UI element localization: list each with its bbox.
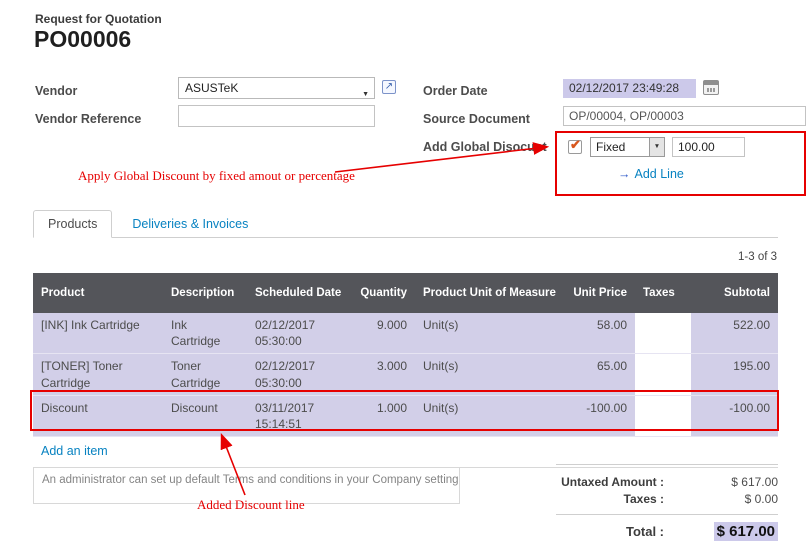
- cell-scheduled-date: 02/12/2017 05:30:00: [247, 313, 347, 354]
- doc-type-label: Request for Quotation: [35, 12, 162, 26]
- checkmark-icon: ✔: [570, 137, 581, 153]
- taxes-label: Taxes :: [556, 492, 674, 506]
- tab-products[interactable]: Products: [33, 210, 112, 238]
- pager: 1-3 of 3: [738, 251, 777, 263]
- vendor-select-value: ASUSTeK: [185, 81, 238, 95]
- add-line-label: Add Line: [635, 167, 684, 181]
- chevron-down-icon: ▼: [649, 138, 664, 156]
- total-label: Total :: [556, 524, 674, 539]
- cell-description: Toner Cartridge: [163, 354, 247, 395]
- taxes-value: $ 0.00: [674, 492, 778, 506]
- discount-type-select[interactable]: Fixed ▼: [590, 137, 665, 157]
- notebook-tab-bar: Products Deliveries & Invoices: [33, 211, 778, 238]
- add-item-link[interactable]: Add an item: [41, 444, 108, 458]
- vendor-label: Vendor: [35, 84, 77, 98]
- col-description[interactable]: Description: [163, 273, 247, 313]
- cell-scheduled-date: 03/11/2017 15:14:51: [247, 395, 347, 436]
- discount-amount-input[interactable]: 100.00: [672, 137, 745, 157]
- cell-taxes: [635, 354, 691, 395]
- terms-placeholder-text: An administrator can set up default Term…: [42, 474, 460, 486]
- annotation-text-discount-line: Added Discount line: [197, 497, 305, 513]
- global-discount-checkbox[interactable]: ✔: [568, 140, 582, 154]
- untaxed-amount-value: $ 617.00: [674, 475, 778, 489]
- col-quantity[interactable]: Quantity: [347, 273, 415, 313]
- cell-quantity: 3.000: [347, 354, 415, 395]
- col-uom[interactable]: Product Unit of Measure: [415, 273, 565, 313]
- untaxed-amount-row: Untaxed Amount : $ 617.00: [556, 475, 778, 489]
- vendor-select[interactable]: ASUSTeK ▼: [178, 77, 375, 99]
- tab-deliveries-invoices-label: Deliveries & Invoices: [132, 217, 248, 231]
- table-row-toner[interactable]: [TONER] Toner Cartridge Toner Cartridge …: [33, 354, 778, 395]
- table-row-ink[interactable]: [INK] Ink Cartridge Ink Cartridge 02/12/…: [33, 313, 778, 354]
- cell-uom: Unit(s): [415, 354, 565, 395]
- cell-description: Ink Cartridge: [163, 313, 247, 354]
- source-document-label: Source Document: [423, 112, 530, 126]
- cell-taxes: [635, 395, 691, 436]
- calendar-icon[interactable]: [703, 80, 719, 95]
- order-lines-list: Product Description Scheduled Date Quant…: [33, 273, 778, 468]
- global-discount-label: Add Global Disocunt: [423, 140, 547, 154]
- cell-unit-price: -100.00: [565, 395, 635, 436]
- annotation-text-global-discount: Apply Global Discount by fixed amout or …: [78, 168, 355, 184]
- source-document-input[interactable]: OP/00004, OP/00003: [563, 106, 806, 126]
- table-row-discount[interactable]: Discount Discount 03/11/2017 15:14:51 1.…: [33, 395, 778, 436]
- taxes-row: Taxes : $ 0.00: [556, 492, 778, 506]
- table-header-row: Product Description Scheduled Date Quant…: [33, 273, 778, 313]
- order-date-input[interactable]: 02/12/2017 23:49:28: [563, 79, 696, 98]
- cell-product: [INK] Ink Cartridge: [33, 313, 163, 354]
- cell-scheduled-date: 02/12/2017 05:30:00: [247, 354, 347, 395]
- vendor-reference-input[interactable]: [178, 105, 375, 127]
- cell-product: [TONER] Toner Cartridge: [33, 354, 163, 395]
- chevron-down-icon: ▼: [362, 85, 369, 105]
- col-unit-price[interactable]: Unit Price: [565, 273, 635, 313]
- total-row: Total : $ 617.00: [556, 514, 778, 541]
- totals-panel: Untaxed Amount : $ 617.00 Taxes : $ 0.00…: [556, 464, 778, 544]
- untaxed-amount-label: Untaxed Amount :: [556, 475, 674, 489]
- external-link-icon[interactable]: ↗: [382, 80, 396, 94]
- order-date-label: Order Date: [423, 84, 488, 98]
- cell-subtotal: -100.00: [691, 395, 778, 436]
- add-line-link[interactable]: → Add Line: [618, 167, 684, 181]
- col-subtotal[interactable]: Subtotal: [691, 273, 778, 313]
- cell-uom: Unit(s): [415, 313, 565, 354]
- cell-product: Discount: [33, 395, 163, 436]
- vendor-reference-label: Vendor Reference: [35, 112, 141, 126]
- cell-quantity: 1.000: [347, 395, 415, 436]
- cell-taxes: [635, 313, 691, 354]
- col-scheduled-date[interactable]: Scheduled Date: [247, 273, 347, 313]
- cell-unit-price: 58.00: [565, 313, 635, 354]
- cell-quantity: 9.000: [347, 313, 415, 354]
- tab-products-label: Products: [48, 217, 97, 231]
- arrow-right-icon: →: [618, 167, 631, 181]
- total-value: $ 617.00: [714, 522, 778, 541]
- col-product[interactable]: Product: [33, 273, 163, 313]
- order-lines-table: Product Description Scheduled Date Quant…: [33, 273, 778, 437]
- cell-subtotal: 522.00: [691, 313, 778, 354]
- cell-description: Discount: [163, 395, 247, 436]
- rfq-page: Request for Quotation PO00006 Vendor ASU…: [0, 0, 810, 546]
- doc-number: PO00006: [34, 26, 131, 53]
- col-taxes[interactable]: Taxes: [635, 273, 691, 313]
- cell-subtotal: 195.00: [691, 354, 778, 395]
- tab-deliveries-invoices[interactable]: Deliveries & Invoices: [118, 211, 262, 237]
- cell-uom: Unit(s): [415, 395, 565, 436]
- cell-unit-price: 65.00: [565, 354, 635, 395]
